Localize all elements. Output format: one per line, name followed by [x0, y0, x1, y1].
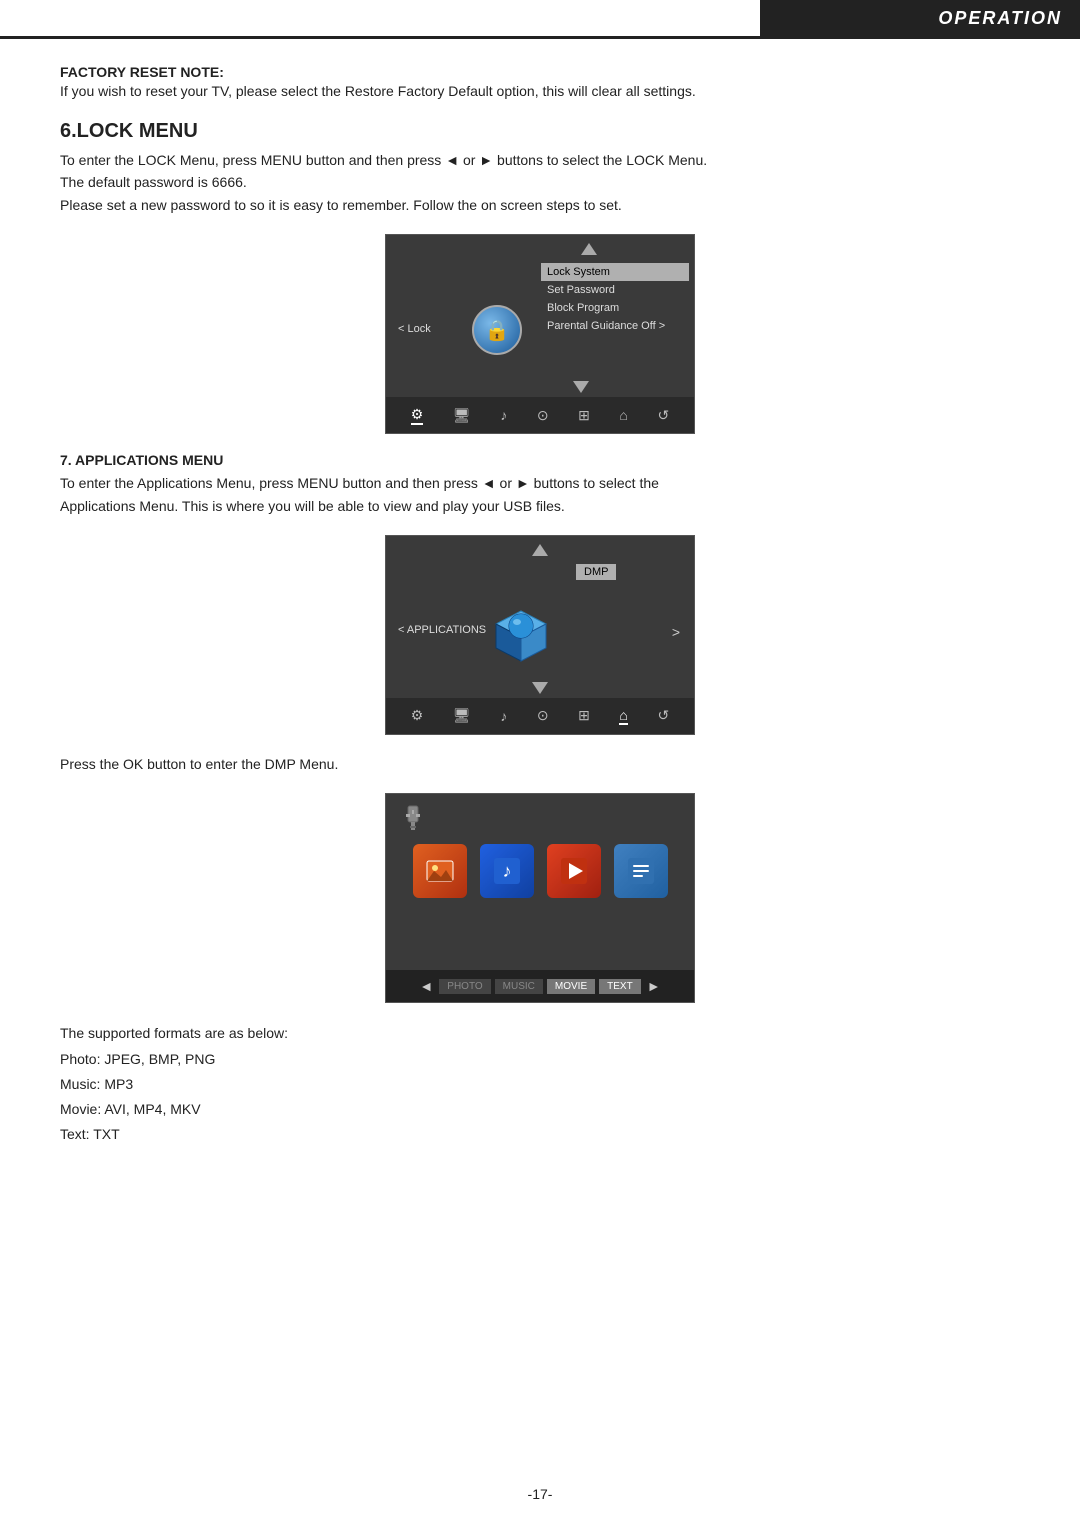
dmp-nav-left-arrow: ◄: [419, 978, 433, 994]
dmp-nav-text: TEXT: [599, 979, 641, 994]
lock-menu-list: Lock System Set Password Block Program P…: [541, 263, 689, 335]
dmp-nav-right-arrow: ►: [647, 978, 661, 994]
lock-menu-item-set-password: Set Password: [541, 281, 689, 299]
lock-icon: 🔒: [472, 305, 522, 355]
clock-icon2: ⊙: [537, 707, 549, 724]
music-icon: ♪: [500, 407, 507, 423]
lock-menu-item-parental: Parental Guidance Off >: [541, 317, 689, 335]
dmp-photo-icon: [413, 844, 467, 898]
applications-menu-title: 7. APPLICATIONS MENU: [60, 452, 1020, 468]
formats-photo: Photo: JPEG, BMP, PNG: [60, 1047, 1020, 1072]
dmp-screenshot-container: ♪: [60, 793, 1020, 1003]
usb-icon: [398, 804, 428, 840]
page-number: -17-: [528, 1486, 553, 1502]
app-menu-screenshot-container: DMP < APPLICATIONS >: [60, 535, 1020, 735]
clock-icon: ⊙: [537, 407, 549, 424]
dmp-icons-row: ♪: [386, 844, 694, 898]
formats-section: The supported formats are as below: Phot…: [60, 1021, 1020, 1147]
dmp-nav-photo: PHOTO: [439, 979, 490, 994]
grid-icon: ⊞: [578, 407, 590, 424]
lock-menu-screenshot: Lock System Set Password Block Program P…: [385, 234, 695, 434]
lock-menu-intro: To enter the LOCK Menu, press MENU butto…: [60, 149, 1020, 216]
music-icon2: ♪: [500, 708, 507, 724]
dmp-nav-bar: ◄ PHOTO MUSIC MOVIE TEXT ►: [386, 970, 694, 1002]
formats-text: Text: TXT: [60, 1122, 1020, 1147]
dmp-nav-movie: MOVIE: [547, 979, 595, 994]
applications-menu-section: 7. APPLICATIONS MENU To enter the Applic…: [60, 452, 1020, 735]
app-label: < APPLICATIONS: [398, 624, 486, 636]
lock-label: < Lock: [398, 323, 431, 335]
formats-music: Music: MP3: [60, 1072, 1020, 1097]
app-bottom-bar: ⚙ 🖥 ♪ ⊙ ⊞ ⌂ ↺: [386, 698, 694, 734]
display-icon: 🖥: [453, 407, 471, 424]
grid-icon2: ⊞: [578, 707, 590, 724]
app-cube-icon: [486, 601, 556, 671]
lock-bottom-bar: ⚙ 🖥 ♪ ⊙ ⊞ ⌂ ↺: [386, 397, 694, 433]
dmp-movie-icon: [547, 844, 601, 898]
main-content: FACTORY RESET NOTE: If you wish to reset…: [0, 0, 1080, 1207]
gear-icon2: ⚙: [411, 707, 424, 724]
refresh-icon: ↺: [657, 407, 669, 424]
applications-menu-intro: To enter the Applications Menu, press ME…: [60, 472, 1020, 517]
factory-reset-body: If you wish to reset your TV, please sel…: [60, 83, 696, 99]
gear-icon: ⚙: [411, 406, 424, 425]
factory-reset-section: FACTORY RESET NOTE: If you wish to reset…: [60, 64, 1020, 102]
lock-menu-item-block-program: Block Program: [541, 299, 689, 317]
formats-movie: Movie: AVI, MP4, MKV: [60, 1097, 1020, 1122]
svg-text:♪: ♪: [502, 861, 511, 881]
lock-menu-item-lock-system: Lock System: [541, 263, 689, 281]
display-icon2: 🖥: [453, 707, 471, 724]
app-right-arrow: >: [672, 624, 680, 640]
dmp-label: DMP: [576, 564, 616, 580]
dmp-screenshot: ♪: [385, 793, 695, 1003]
dmp-nav-music: MUSIC: [495, 979, 543, 994]
home-icon2: ⌂: [619, 707, 627, 725]
dmp-text-icon: [614, 844, 668, 898]
lock-menu-title: 6.LOCK MENU: [60, 120, 1020, 143]
page-title: OPERATION: [938, 8, 1062, 29]
factory-reset-title: FACTORY RESET NOTE:: [60, 64, 224, 80]
app-menu-screenshot: DMP < APPLICATIONS >: [385, 535, 695, 735]
lock-menu-section: 6.LOCK MENU To enter the LOCK Menu, pres…: [60, 120, 1020, 434]
home-icon: ⌂: [619, 407, 627, 423]
header-rule: [0, 36, 1080, 39]
formats-intro: The supported formats are as below:: [60, 1021, 1020, 1046]
dmp-music-icon: ♪: [480, 844, 534, 898]
lock-menu-screenshot-container: Lock System Set Password Block Program P…: [60, 234, 1020, 434]
refresh-icon2: ↺: [657, 707, 669, 724]
dmp-section: Press the OK button to enter the DMP Men…: [60, 753, 1020, 1003]
header-bar: OPERATION: [760, 0, 1080, 36]
dmp-ok-text: Press the OK button to enter the DMP Men…: [60, 753, 1020, 775]
